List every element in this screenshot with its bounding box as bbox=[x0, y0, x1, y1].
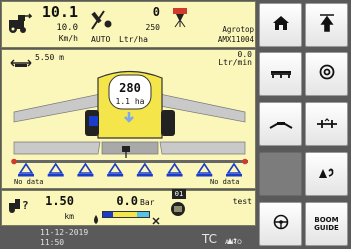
product-model: AMX11004 bbox=[217, 35, 254, 44]
auto-section-icon bbox=[317, 165, 337, 184]
boom-flat-button[interactable] bbox=[259, 52, 302, 96]
sprayer-graphic bbox=[11, 70, 248, 177]
boom-section-8 bbox=[226, 162, 242, 177]
home-icon bbox=[272, 15, 290, 35]
target-rate-button[interactable] bbox=[305, 52, 348, 96]
distance-unit: km bbox=[64, 212, 74, 221]
boom-guide-label-2: GUIDE bbox=[314, 224, 339, 232]
boom-raise-button[interactable] bbox=[305, 3, 348, 47]
tc-label: TC bbox=[202, 232, 218, 246]
steering-button[interactable] bbox=[259, 202, 302, 246]
distance-icon: ? bbox=[8, 196, 30, 218]
rate-unit: Ltr/ha bbox=[119, 35, 148, 44]
tank-area: 1.1 ha bbox=[115, 97, 145, 106]
speed-icon bbox=[8, 12, 33, 38]
pressure-unit: Bar bbox=[140, 198, 155, 207]
rate-target: 250 bbox=[145, 23, 160, 32]
distance-value: 1.50 bbox=[45, 194, 74, 208]
boom-guide-button[interactable]: BOOM GUIDE bbox=[305, 202, 348, 246]
boom-fold-icon bbox=[269, 115, 293, 134]
status-date: 11-12-2019 bbox=[40, 228, 89, 237]
status-bar: 11-12-2019 11:50 TC AUTO bbox=[0, 227, 256, 247]
rate-mode: AUTO bbox=[91, 35, 111, 44]
speed-unit: Km/h bbox=[58, 34, 78, 43]
status-time: 11:50 bbox=[40, 238, 65, 247]
boom-fold-button[interactable] bbox=[259, 102, 302, 146]
boom-right-label: No data bbox=[210, 178, 240, 186]
speed-value: 10.1 bbox=[41, 3, 78, 21]
boom-section-6 bbox=[166, 162, 183, 177]
svg-text:?: ? bbox=[22, 199, 29, 212]
target-rate-icon bbox=[319, 64, 335, 84]
blank-button[interactable] bbox=[259, 152, 302, 196]
rate-value: 0 bbox=[152, 5, 160, 19]
tank-volume: 280 bbox=[119, 81, 141, 95]
speed-setpoint: 10.0 bbox=[56, 23, 78, 33]
boom-guide-label-1: BOOM bbox=[314, 216, 339, 224]
boom-left-label: No data bbox=[14, 178, 44, 186]
boom-section-1 bbox=[18, 162, 34, 177]
boom-section-5 bbox=[136, 162, 153, 177]
nozzle-product-icon bbox=[173, 8, 187, 32]
job-badge: 01 bbox=[172, 189, 186, 199]
boom-raise-icon bbox=[319, 13, 335, 37]
steering-wheel-icon bbox=[273, 214, 289, 234]
top-status-panel: 10.1 10.0 Km/h 0 250 AUTO Ltr/ha Agrotop… bbox=[1, 1, 256, 48]
boom-section-3 bbox=[77, 162, 94, 177]
home-button[interactable] bbox=[259, 3, 302, 47]
pressure-value: 0.0 bbox=[116, 194, 138, 208]
tc-sub: AUTO bbox=[225, 239, 242, 246]
section-split-button[interactable] bbox=[305, 102, 348, 146]
section-split-icon bbox=[316, 115, 338, 134]
bottom-status-panel: ? 1.50 km 0.0 Bar 01 test bbox=[1, 189, 256, 226]
rate-icon bbox=[90, 9, 114, 35]
job-icon bbox=[170, 201, 186, 221]
auto-section-button[interactable] bbox=[305, 152, 348, 196]
boom-section-7 bbox=[196, 162, 213, 177]
boom-section-4 bbox=[107, 162, 124, 177]
job-name: test bbox=[232, 197, 252, 206]
main-work-area: 5.50 m 0.0 Ltr/min 280 1.1 ha No data No bbox=[1, 49, 256, 189]
product-brand: Agrotop bbox=[222, 25, 254, 34]
boom-section-2 bbox=[47, 162, 64, 177]
soft-key-column: BOOM GUIDE bbox=[257, 0, 351, 247]
pressure-bar bbox=[102, 211, 150, 218]
boom-flat-icon bbox=[270, 65, 292, 84]
